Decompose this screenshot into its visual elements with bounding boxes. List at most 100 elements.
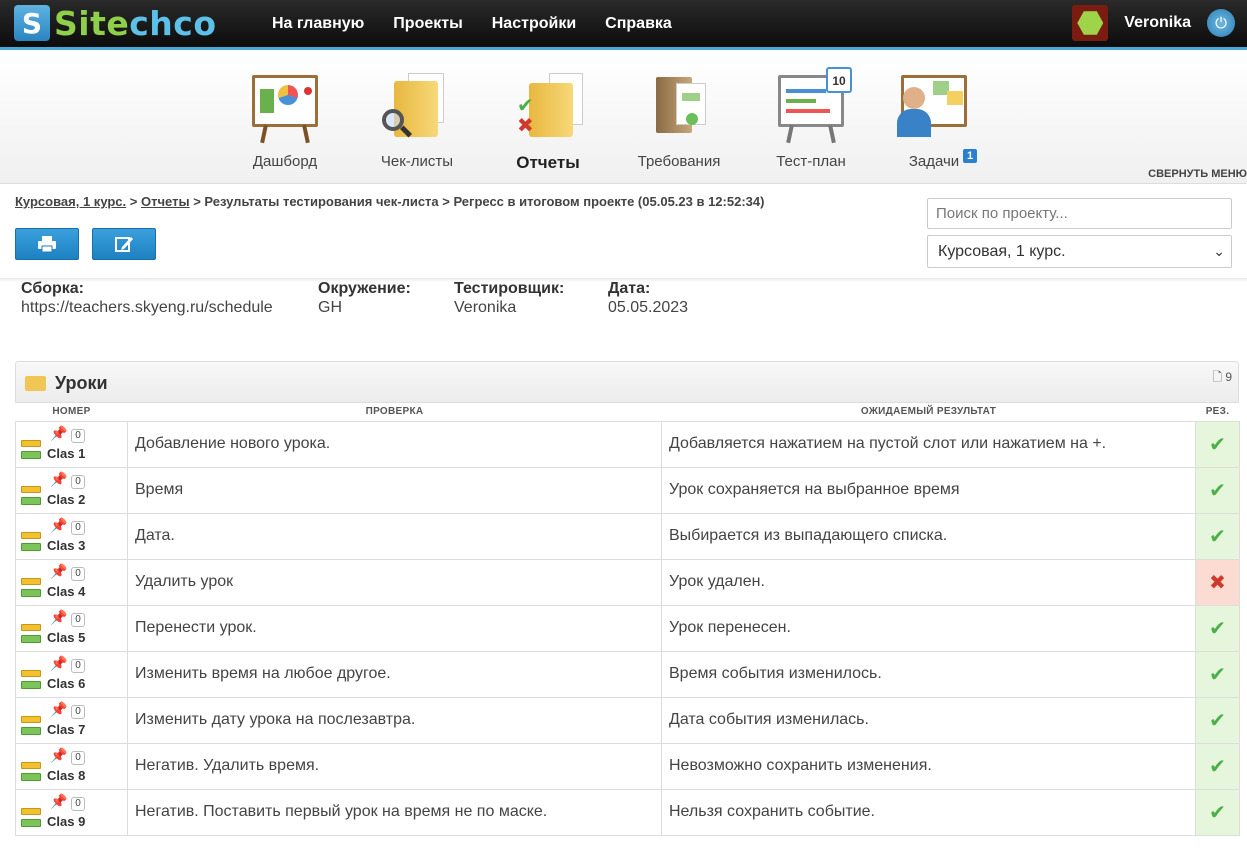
comment-count[interactable]: 0 — [71, 658, 85, 673]
comment-count[interactable]: 0 — [71, 704, 85, 719]
status-bar-icon — [21, 623, 41, 631]
requirements-icon — [642, 73, 716, 143]
table-row[interactable]: 📌 0 Clas 2 Время Урок сохраняется на выбранн… — [15, 466, 1240, 514]
pass-icon[interactable]: ✔ — [1195, 696, 1240, 744]
table-row[interactable]: 📌 0 Clas 1 Добавление нового урока. Добавляе… — [15, 420, 1240, 468]
breadcrumb-project[interactable]: Курсовая, 1 курс. — [15, 194, 126, 209]
folder-icon — [25, 376, 46, 391]
module-dashboard[interactable]: Дашборд — [230, 53, 340, 170]
status-bar-icon — [21, 485, 41, 493]
status-bar-icon — [21, 715, 41, 723]
pin-icon[interactable]: 📌 — [50, 793, 67, 810]
table-row[interactable]: 📌 0 Clas 6 Изменить время на любое другое. В… — [15, 650, 1240, 698]
check-cell: Изменить дату урока на послезавтра. — [127, 696, 662, 744]
case-id[interactable]: Clas 1 — [47, 446, 85, 461]
comment-count[interactable]: 0 — [71, 520, 85, 535]
case-id[interactable]: Clas 7 — [47, 722, 85, 737]
avatar[interactable] — [1072, 5, 1109, 41]
module-checklists[interactable]: Чек-листы — [362, 53, 472, 170]
search-input[interactable] — [927, 198, 1232, 229]
breadcrumb-reports[interactable]: Отчеты — [141, 194, 190, 209]
section-header[interactable]: Уроки 🗋 9 — [15, 361, 1239, 403]
project-select[interactable]: Курсовая, 1 курс. ⌄ — [927, 235, 1232, 268]
status-bar-icon — [21, 439, 41, 447]
pass-icon[interactable]: ✔ — [1195, 466, 1240, 514]
case-id[interactable]: Clas 2 — [47, 492, 85, 507]
nav-help[interactable]: Справка — [605, 15, 672, 33]
table-row[interactable]: 📌 0 Clas 5 Перенести урок. Урок перенесен. ✔ — [15, 604, 1240, 652]
status-bar-icon — [21, 772, 41, 781]
tasks-badge: 1 — [963, 149, 978, 163]
pass-icon[interactable]: ✔ — [1195, 788, 1240, 836]
comment-count[interactable]: 0 — [71, 796, 85, 811]
pin-icon[interactable]: 📌 — [50, 471, 67, 488]
pin-icon[interactable]: 📌 — [50, 747, 67, 764]
case-id[interactable]: Clas 4 — [47, 584, 85, 599]
edit-button[interactable] — [92, 228, 156, 260]
module-bar: Дашборд Чек-листы ✔ ✖ Отчеты Требования — [0, 53, 1247, 184]
row-number-cell: 📌 0 Clas 7 — [15, 696, 128, 744]
sitechco-logo[interactable]: S Sitechco — [14, 4, 217, 43]
check-cell: Изменить время на любое другое. — [127, 650, 662, 698]
column-header-check: ПРОВЕРКА — [127, 403, 662, 422]
nav-projects[interactable]: Проекты — [393, 15, 462, 33]
logo-icon: S — [14, 5, 50, 41]
module-requirements[interactable]: Требования — [624, 53, 734, 170]
fail-icon[interactable]: ✖ — [1195, 558, 1240, 606]
table-row[interactable]: 📌 0 Clas 3 Дата. Выбирается из выпадающего с… — [15, 512, 1240, 560]
pass-icon[interactable]: ✔ — [1195, 512, 1240, 560]
comment-count[interactable]: 0 — [71, 474, 85, 489]
status-bar-icon — [21, 818, 41, 827]
build-info: Сборка: https://teachers.skyeng.ru/sched… — [21, 280, 273, 316]
tasks-icon — [897, 73, 971, 143]
module-reports[interactable]: ✔ ✖ Отчеты — [493, 53, 603, 173]
case-id[interactable]: Clas 5 — [47, 630, 85, 645]
power-icon[interactable]: ⏻ — [1207, 9, 1235, 37]
table-row[interactable]: 📌 0 Clas 4 Удалить урок Урок удален. ✖ — [15, 558, 1240, 606]
pass-icon[interactable]: ✔ — [1195, 650, 1240, 698]
pass-icon[interactable]: ✔ — [1195, 420, 1240, 468]
pin-icon[interactable]: 📌 — [50, 655, 67, 672]
collapse-menu-link[interactable]: СВЕРНУТЬ МЕНЮ — [1148, 168, 1247, 180]
comment-count[interactable]: 0 — [71, 750, 85, 765]
case-id[interactable]: Clas 6 — [47, 676, 85, 691]
check-cell: Перенести урок. — [127, 604, 662, 652]
pin-icon[interactable]: 📌 — [50, 609, 67, 626]
pin-icon[interactable]: 📌 — [50, 701, 67, 718]
row-number-cell: 📌 0 Clas 2 — [15, 466, 128, 514]
table-row[interactable]: 📌 0 Clas 9 Негатив. Поставить первый урок н… — [15, 788, 1240, 836]
username[interactable]: Veronika — [1124, 14, 1191, 32]
pin-icon[interactable]: 📌 — [50, 563, 67, 580]
comment-count[interactable]: 0 — [71, 428, 85, 443]
reports-icon: ✔ ✖ — [511, 73, 585, 143]
nav-settings[interactable]: Настройки — [492, 15, 576, 33]
table-row[interactable]: 📌 0 Clas 8 Негатив. Удалить время. Невозможн… — [15, 742, 1240, 790]
module-tasks[interactable]: Задачи 1 — [879, 53, 989, 170]
table-row[interactable]: 📌 0 Clas 7 Изменить дату урока на послезавт… — [15, 696, 1240, 744]
status-bar-icon — [21, 761, 41, 769]
module-testplan[interactable]: 10 Тест-план — [756, 53, 866, 170]
status-bar-icon — [21, 807, 41, 815]
pass-icon[interactable]: ✔ — [1195, 742, 1240, 790]
module-label: Дашборд — [252, 153, 318, 170]
nav-home[interactable]: На главную — [272, 15, 364, 33]
status-bar-icon — [21, 588, 41, 597]
expected-cell: Время события изменилось. — [661, 650, 1196, 698]
module-label: Тест-план — [776, 153, 846, 170]
case-id[interactable]: Clas 3 — [47, 538, 85, 553]
pin-icon[interactable]: 📌 — [50, 425, 67, 442]
status-bar-icon — [21, 531, 41, 539]
check-cell: Негатив. Удалить время. — [127, 742, 662, 790]
print-button[interactable] — [15, 228, 79, 260]
case-id[interactable]: Clas 8 — [47, 768, 85, 783]
comment-count[interactable]: 0 — [71, 612, 85, 627]
chevron-down-icon: ⌄ — [1213, 243, 1225, 259]
pass-icon[interactable]: ✔ — [1195, 604, 1240, 652]
row-number-cell: 📌 0 Clas 4 — [15, 558, 128, 606]
main-nav: На главную Проекты Настройки Справка — [272, 0, 672, 47]
comment-count[interactable]: 0 — [71, 566, 85, 581]
case-id[interactable]: Clas 9 — [47, 814, 85, 829]
pin-icon[interactable]: 📌 — [50, 517, 67, 534]
top-bar: S Sitechco На главную Проекты Настройки … — [0, 0, 1247, 50]
breadcrumb-current: Результаты тестирования чек-листа > Регр… — [204, 194, 765, 209]
